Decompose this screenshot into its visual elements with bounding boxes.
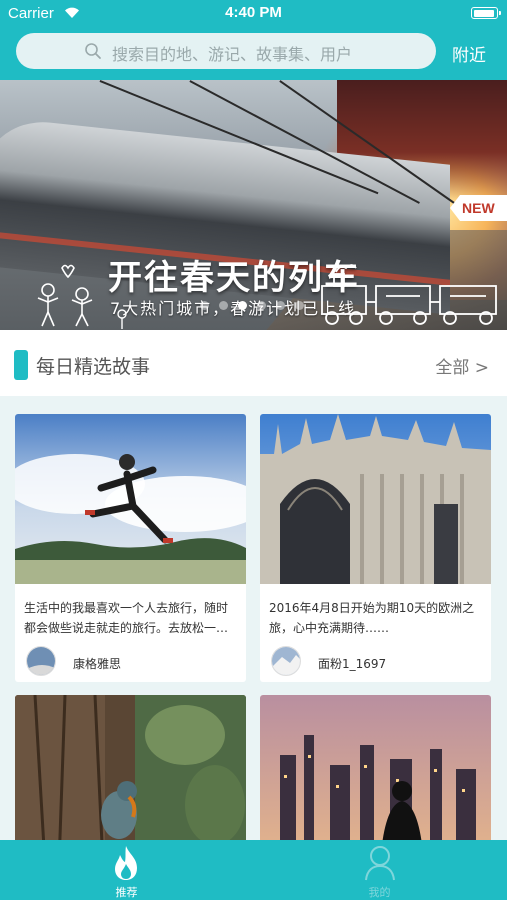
story-photo bbox=[15, 414, 246, 584]
daily-stories-header: 每日精选故事 全部 > bbox=[0, 330, 507, 396]
section-accent-bar bbox=[14, 350, 28, 380]
carousel-page-indicator[interactable] bbox=[200, 301, 304, 311]
clock: 4:40 PM bbox=[225, 4, 282, 21]
author-name[interactable]: 康格雅思 bbox=[73, 655, 121, 672]
tab-label: 推荐 bbox=[115, 886, 138, 899]
story-photo bbox=[260, 414, 491, 584]
story-photo bbox=[15, 695, 246, 845]
battery-icon bbox=[471, 7, 501, 19]
train-doodle bbox=[321, 264, 497, 325]
story-card[interactable] bbox=[15, 695, 246, 845]
carousel-dot[interactable] bbox=[295, 301, 304, 310]
story-card[interactable] bbox=[260, 695, 491, 845]
nearby-button[interactable]: 附近 bbox=[452, 41, 486, 66]
story-excerpt: 2016年4月8日开始为期10天的欧洲之旅，心中充满期待…… bbox=[269, 601, 475, 635]
tab-bar: 推荐 我的 bbox=[0, 840, 507, 900]
carousel-dot[interactable] bbox=[257, 301, 266, 310]
carousel-dot[interactable] bbox=[219, 301, 228, 310]
status-bar: Carrier 4:40 PM bbox=[0, 0, 507, 28]
story-excerpt: 生活中的我最喜欢一个人去旅行，随时都会做些说走就走的旅行。去放松一… bbox=[24, 601, 229, 635]
author-avatar[interactable] bbox=[26, 646, 56, 676]
story-photo bbox=[260, 695, 491, 845]
new-badge: NEW bbox=[450, 195, 507, 221]
search-placeholder: 搜索目的地、游记、故事集、用户 bbox=[112, 45, 353, 64]
tab-label: 我的 bbox=[368, 886, 391, 899]
carousel-dot[interactable] bbox=[200, 301, 209, 310]
story-card[interactable]: 生活中的我最喜欢一个人去旅行，随时都会做些说走就走的旅行。去放松一… 康格雅思 bbox=[15, 414, 246, 682]
banner-carousel[interactable]: NEW 开往春天的列车 7大热门城市，春游计划已上线 bbox=[0, 80, 507, 330]
section-title: 每日精选故事 bbox=[36, 356, 151, 378]
author-avatar[interactable] bbox=[271, 646, 301, 676]
flame-icon bbox=[115, 846, 137, 880]
author-name[interactable]: 面粉1_1697 bbox=[318, 655, 386, 672]
stick-figures-doodle bbox=[37, 264, 93, 327]
tab-recommend[interactable]: 推荐 bbox=[0, 840, 253, 900]
view-all-link[interactable]: 全部 > bbox=[435, 353, 489, 378]
search-icon bbox=[85, 43, 101, 59]
top-bar: Carrier 4:40 PM 搜索目的地、游记、故事集、用户 附近 bbox=[0, 0, 507, 80]
carousel-dot[interactable] bbox=[238, 301, 247, 310]
flower-doodle bbox=[117, 309, 127, 329]
tab-mine[interactable]: 我的 bbox=[253, 840, 506, 900]
carousel-dot[interactable] bbox=[276, 301, 285, 310]
search-input[interactable]: 搜索目的地、游记、故事集、用户 bbox=[16, 33, 436, 69]
story-card[interactable]: 2016年4月8日开始为期10天的欧洲之旅，心中充满期待…… 面粉1_1697 bbox=[260, 414, 491, 682]
person-icon bbox=[365, 846, 395, 881]
